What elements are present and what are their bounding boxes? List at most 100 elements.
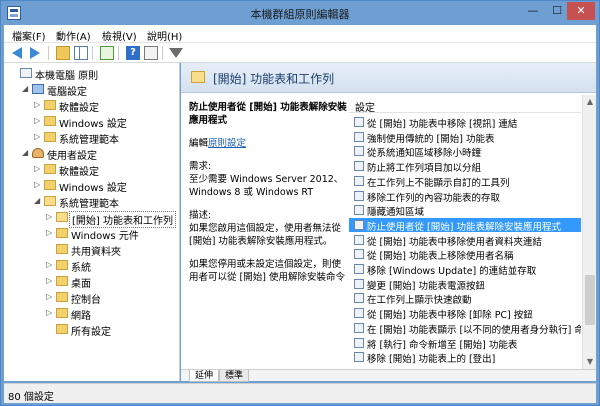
tree-expander-icon xyxy=(46,325,54,333)
setting-row[interactable]: 變更 [開始] 功能表電源按鈕 xyxy=(349,277,581,292)
scroll-thumb[interactable] xyxy=(585,275,595,325)
help-icon[interactable]: ? xyxy=(126,46,140,60)
tree-expander-icon[interactable]: ▷ xyxy=(34,181,42,189)
folder-icon xyxy=(56,276,68,286)
scroll-up-icon[interactable]: ▲ xyxy=(585,97,595,107)
tab-standard[interactable]: 標準 xyxy=(219,370,250,382)
folder-icon xyxy=(56,260,68,270)
list-column-header[interactable]: 設定 xyxy=(349,95,581,114)
setting-row[interactable]: 從 [開始] 功能表中移除 [卸除 PC] 按鈕 xyxy=(349,306,581,321)
tree-expander-icon[interactable]: ▷ xyxy=(46,277,54,285)
folder-icon xyxy=(56,292,68,302)
tree-node-label: 所有設定 xyxy=(71,327,111,338)
description: 描述: 如果您啟用這個設定，使用者無法從 [開始] 功能表解除安裝應用程式。 xyxy=(189,209,349,248)
close-button[interactable]: ✕ xyxy=(567,2,595,20)
tree-node-label: 桌面 xyxy=(71,279,91,290)
back-arrow-icon[interactable] xyxy=(12,47,22,59)
maximize-button[interactable]: ☐ xyxy=(545,2,569,20)
policy-setting-icon xyxy=(354,234,364,245)
folder-icon xyxy=(56,244,68,254)
edit-policy-link[interactable]: 原則設定 xyxy=(208,138,246,149)
setting-row[interactable]: 在工作列上不能顯示自訂的工具列 xyxy=(349,174,581,189)
policy-setting-icon xyxy=(354,337,364,348)
setting-row[interactable]: 將 [執行] 命令新增至 [開始] 功能表 xyxy=(349,336,581,351)
tree-expander-icon[interactable]: ▷ xyxy=(34,165,42,173)
window-title: 本機群組原則編輯器 xyxy=(250,8,350,21)
setting-row[interactable]: 強制使用傳統的 [開始] 功能表 xyxy=(349,130,581,145)
setting-row-label: 隱藏通知區域 xyxy=(367,207,425,219)
menu-action[interactable]: 動作(A) xyxy=(56,28,91,43)
tree-expander-icon[interactable]: ◢ xyxy=(22,85,30,93)
user-icon xyxy=(32,148,44,158)
tree-node-label: 系統管理範本 xyxy=(59,199,119,210)
menu-help[interactable]: 說明(H) xyxy=(147,28,182,43)
setting-row-label: 防止將工作列項目加以分組 xyxy=(367,163,482,175)
menu-file[interactable]: 檔案(F) xyxy=(12,28,46,43)
setting-row[interactable]: 在 [開始] 功能表顯示 [以不同的使用者身分執行] 命令 xyxy=(349,321,581,336)
minimize-button[interactable]: — xyxy=(521,2,545,20)
policy-setting-icon xyxy=(354,146,364,157)
tree-node-label: 系統管理範本 xyxy=(59,135,119,146)
edit-policy-line: 編輯原則設定 xyxy=(189,137,349,150)
tree-node-label: 網路 xyxy=(71,311,91,322)
main-window: 本機群組原則編輯器 — ☐ ✕ 檔案(F) 動作(A) 檢視(V) 說明(H) … xyxy=(0,0,600,406)
tree-expander-icon[interactable]: ▷ xyxy=(34,133,42,141)
setting-row-label: 從 [開始] 功能表中移除使用者資料夾連結 xyxy=(367,236,542,248)
tree-expander-icon[interactable]: ▷ xyxy=(34,101,42,109)
setting-row[interactable]: 防止將工作列項目加以分組 xyxy=(349,159,581,175)
tree-pane[interactable]: 本機電腦 原則 ◢ 電腦設定 ▷ 軟體設定 ▷ Windows 設定 ▷ 系統管理範本 ◢ 使用者設… xyxy=(4,63,180,381)
setting-row[interactable]: 隱藏通知區域 xyxy=(349,203,581,219)
tree-node-label: 使用者設定 xyxy=(47,151,97,162)
tree-expander-icon[interactable]: ▷ xyxy=(46,261,54,269)
title-bar[interactable]: 本機群組原則編輯器 — ☐ ✕ xyxy=(1,1,599,25)
policy-setting-icon xyxy=(354,278,364,289)
setting-row[interactable]: 移除 [Windows Update] 的連結並存取 xyxy=(349,262,581,277)
toolbar-separator xyxy=(162,46,163,60)
vertical-scrollbar[interactable]: ▲ ▼ xyxy=(582,95,596,369)
tree-node-label: [開始] 功能表和工作列 xyxy=(69,211,176,228)
content-header-title: [開始] 功能表和工作列 xyxy=(213,72,335,86)
tab-extended[interactable]: 延伸 xyxy=(189,370,220,382)
description-label: 描述: xyxy=(189,210,212,221)
tree-node-label: 控制台 xyxy=(71,295,101,306)
tree-expander-icon[interactable]: ◢ xyxy=(34,197,42,205)
setting-row[interactable]: 從系統通知區域移除小時鐘 xyxy=(349,144,581,159)
tree-node-label: 電腦設定 xyxy=(47,87,87,98)
setting-row[interactable]: 從 [開始] 功能表中移除使用者資料夾連結 xyxy=(349,233,581,248)
tree-node-label: 軟體設定 xyxy=(59,103,99,114)
status-bar: 80 個設定 xyxy=(4,383,596,403)
menu-view[interactable]: 檢視(V) xyxy=(102,28,137,43)
requirements-label: 需求: xyxy=(189,161,212,172)
export-list-icon[interactable] xyxy=(100,46,114,60)
setting-row[interactable]: 從 [開始] 功能表上移除使用者名稱 xyxy=(349,247,581,262)
requirements: 需求: 至少需要 Windows Server 2012、Windows 8 或 … xyxy=(189,160,349,199)
properties-icon[interactable] xyxy=(144,46,158,60)
tree-expander-icon[interactable]: ▷ xyxy=(46,309,54,317)
filter-icon[interactable] xyxy=(169,48,183,58)
setting-row-label: 移除工作列的內容功能表的存取 xyxy=(367,192,501,204)
setting-row-label: 在工作列上顯示快速啟動 xyxy=(367,295,472,307)
tree-expander-icon[interactable]: ▷ xyxy=(46,229,54,237)
tree-expander-icon[interactable]: ▷ xyxy=(46,293,54,301)
policy-setting-icon xyxy=(354,293,364,304)
settings-list[interactable]: 設定 從 [開始] 功能表中移除 [視訊] 連結 強制使用傳統的 [開始] 功能表… xyxy=(349,95,581,369)
policy-icon xyxy=(20,68,32,78)
tree-expander-icon[interactable]: ◢ xyxy=(22,149,30,157)
setting-row[interactable]: 在工作列上顯示快速啟動 xyxy=(349,291,581,307)
scroll-down-icon[interactable]: ▼ xyxy=(585,357,595,367)
description-panel: 防止使用者從 [開始] 功能表解除安裝應用程式 編輯原則設定 需求: 至少需要 W… xyxy=(189,101,349,369)
show-hide-tree-icon[interactable] xyxy=(74,46,88,60)
content-header: [開始] 功能表和工作列 xyxy=(181,63,596,93)
folder-icon xyxy=(44,164,56,174)
tree-expander-icon[interactable]: ▷ xyxy=(46,213,54,221)
setting-row[interactable]: 從 [開始] 功能表中移除 [視訊] 連結 xyxy=(349,115,581,130)
policy-setting-icon xyxy=(354,322,364,333)
up-folder-icon[interactable] xyxy=(56,46,70,60)
setting-row[interactable]: 移除 [開始] 功能表上的 [登出] xyxy=(349,350,581,365)
setting-row[interactable]: 移除工作列的內容功能表的存取 xyxy=(349,189,581,204)
setting-row[interactable]: 防止使用者從 [開始] 功能表解除安裝應用程式 xyxy=(349,217,581,233)
tree-expander-icon[interactable]: ▷ xyxy=(34,117,42,125)
policy-setting-icon xyxy=(354,352,364,363)
folder-icon xyxy=(44,132,56,142)
forward-arrow-icon[interactable] xyxy=(30,47,40,59)
